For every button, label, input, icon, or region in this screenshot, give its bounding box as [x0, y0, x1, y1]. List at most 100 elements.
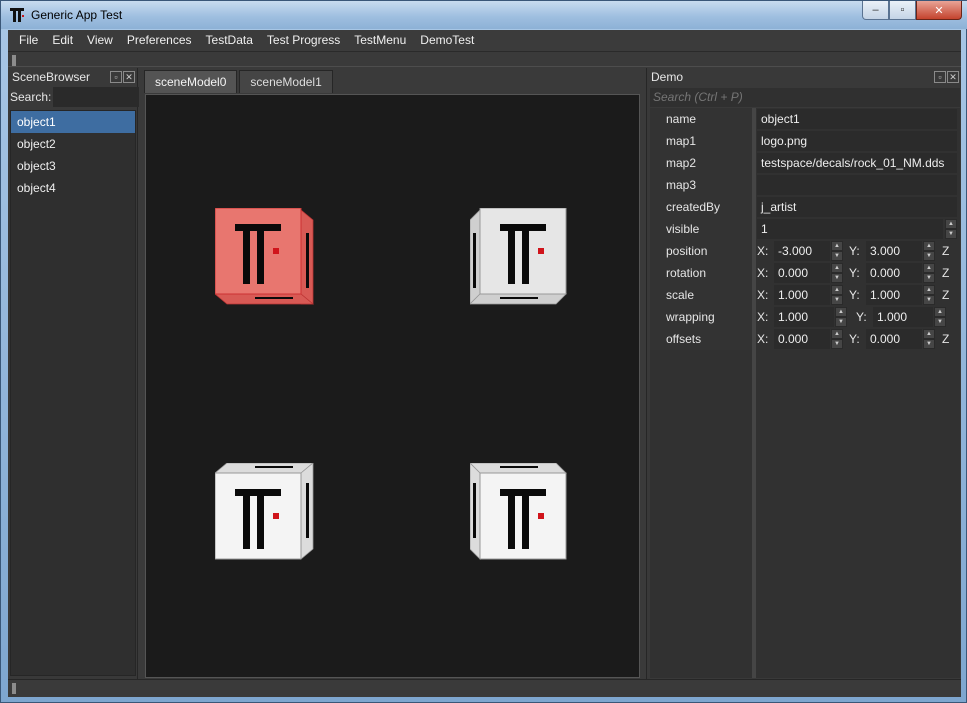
chevron-down-icon: ▼: [831, 273, 843, 283]
scene-browser-titlebar[interactable]: SceneBrowser ▫ ✕: [8, 68, 137, 86]
chevron-down-icon: ▼: [831, 295, 843, 305]
minimize-icon: –: [872, 4, 879, 16]
map2-field[interactable]: testspace/decals/rock_01_NM.dds: [757, 153, 957, 173]
offsets-x-stepper[interactable]: ▲ ▼: [831, 329, 843, 349]
chevron-down-icon: ▼: [923, 295, 935, 305]
rotation-y-field[interactable]: 0.000: [866, 263, 922, 283]
status-bar: [8, 679, 961, 697]
prop-label: map1: [650, 130, 752, 152]
wrapping-x-stepper[interactable]: ▲ ▼: [835, 307, 847, 327]
close-icon[interactable]: ✕: [947, 71, 959, 83]
prop-row-visible: visible 1 ▲ ▼: [650, 218, 960, 240]
toolbar-grip-handle[interactable]: [12, 55, 16, 66]
scale-y-field[interactable]: 1.000: [866, 285, 922, 305]
menu-file[interactable]: File: [12, 30, 45, 51]
cube-object4[interactable]: [470, 463, 574, 567]
maximize-button[interactable]: ▫: [889, 1, 916, 20]
toolbar: [8, 51, 961, 67]
property-search-input[interactable]: [650, 88, 960, 107]
chevron-up-icon: ▲: [831, 241, 843, 251]
title-bar[interactable]: Generic App Test – ▫ ✕: [1, 1, 967, 29]
rotation-x-field[interactable]: 0.000: [774, 263, 830, 283]
prop-row-createdby: createdBy j_artist: [650, 196, 960, 218]
offsets-y-stepper[interactable]: ▲ ▼: [923, 329, 935, 349]
position-x-field[interactable]: -3.000: [774, 241, 830, 261]
close-icon: ✕: [934, 4, 944, 17]
z-label: Z: [942, 244, 950, 258]
close-button[interactable]: ✕: [916, 1, 962, 20]
menu-demotest[interactable]: DemoTest: [413, 30, 481, 51]
prop-row-wrapping: wrapping X: 1.000 ▲ ▼ Y: 1.000 ▲ ▼: [650, 306, 960, 328]
z-label: Z: [942, 288, 950, 302]
menu-preferences[interactable]: Preferences: [120, 30, 199, 51]
name-field[interactable]: object1: [757, 109, 957, 129]
tab-scenemodel0[interactable]: sceneModel0: [144, 70, 238, 93]
map1-field[interactable]: logo.png: [757, 131, 957, 151]
list-item[interactable]: object2: [11, 133, 135, 155]
prop-label: scale: [650, 284, 752, 306]
chevron-up-icon: ▲: [831, 285, 843, 295]
cube-object2[interactable]: [470, 208, 574, 312]
float-icon[interactable]: ▫: [110, 71, 122, 83]
chevron-down-icon: ▼: [934, 317, 946, 327]
chevron-up-icon: ▲: [831, 329, 843, 339]
search-row: Search:: [8, 86, 140, 108]
offsets-y-field[interactable]: 0.000: [866, 329, 922, 349]
position-y-stepper[interactable]: ▲ ▼: [923, 241, 935, 261]
prop-label: name: [650, 108, 752, 130]
position-y-field[interactable]: 3.000: [866, 241, 922, 261]
window-title: Generic App Test: [31, 8, 123, 22]
createdby-field[interactable]: j_artist: [757, 197, 957, 217]
chevron-up-icon: ▲: [835, 307, 847, 317]
chevron-up-icon: ▲: [923, 285, 935, 295]
rotation-y-stepper[interactable]: ▲ ▼: [923, 263, 935, 283]
chevron-down-icon: ▼: [945, 229, 957, 239]
prop-row-name: name object1: [650, 108, 960, 130]
menu-testmenu[interactable]: TestMenu: [347, 30, 413, 51]
demo-properties-panel: Demo ▫ ✕ name object1 map1 logo.png: [646, 68, 961, 679]
scale-y-stepper[interactable]: ▲ ▼: [923, 285, 935, 305]
wrapping-y-stepper[interactable]: ▲ ▼: [934, 307, 946, 327]
prop-label: map3: [650, 174, 752, 196]
chevron-up-icon: ▲: [945, 219, 957, 229]
menu-testdata[interactable]: TestData: [199, 30, 260, 51]
wrapping-y-field[interactable]: 1.000: [873, 307, 933, 327]
property-table: name object1 map1 logo.png map2 testspac…: [650, 108, 960, 678]
z-label: Z: [942, 332, 950, 346]
list-item[interactable]: object4: [11, 177, 135, 199]
rotation-x-stepper[interactable]: ▲ ▼: [831, 263, 843, 283]
menu-test-progress[interactable]: Test Progress: [260, 30, 347, 51]
visible-spinbox[interactable]: 1: [757, 219, 943, 239]
list-item[interactable]: object3: [11, 155, 135, 177]
close-icon[interactable]: ✕: [123, 71, 135, 83]
menu-edit[interactable]: Edit: [45, 30, 80, 51]
cube-object1[interactable]: [215, 208, 319, 312]
statusbar-grip-handle[interactable]: [12, 683, 16, 694]
list-item[interactable]: object1: [11, 111, 135, 133]
float-icon[interactable]: ▫: [934, 71, 946, 83]
chevron-down-icon: ▼: [831, 339, 843, 349]
demo-titlebar[interactable]: Demo ▫ ✕: [647, 68, 961, 86]
3d-viewport[interactable]: [145, 94, 640, 678]
prop-row-offsets: offsets X: 0.000 ▲ ▼ Y: 0.000 ▲ ▼ Z: [650, 328, 960, 350]
prop-label: map2: [650, 152, 752, 174]
scene-search-input[interactable]: [53, 87, 140, 107]
map3-field[interactable]: [757, 175, 957, 195]
scale-x-stepper[interactable]: ▲ ▼: [831, 285, 843, 305]
cube-object3[interactable]: [215, 463, 319, 567]
wrapping-x-field[interactable]: 1.000: [774, 307, 834, 327]
scene-browser-title: SceneBrowser: [12, 70, 91, 84]
scene-tabs: sceneModel0 sceneModel1: [144, 70, 335, 93]
minimize-button[interactable]: –: [862, 1, 889, 20]
chevron-up-icon: ▲: [934, 307, 946, 317]
y-label: Y:: [849, 244, 860, 258]
visible-stepper[interactable]: ▲ ▼: [945, 219, 957, 239]
offsets-x-field[interactable]: 0.000: [774, 329, 830, 349]
chevron-down-icon: ▼: [831, 251, 843, 261]
tab-scenemodel1[interactable]: sceneModel1: [239, 70, 333, 93]
chevron-down-icon: ▼: [835, 317, 847, 327]
prop-label: offsets: [650, 328, 752, 350]
position-x-stepper[interactable]: ▲ ▼: [831, 241, 843, 261]
scale-x-field[interactable]: 1.000: [774, 285, 830, 305]
menu-view[interactable]: View: [80, 30, 120, 51]
